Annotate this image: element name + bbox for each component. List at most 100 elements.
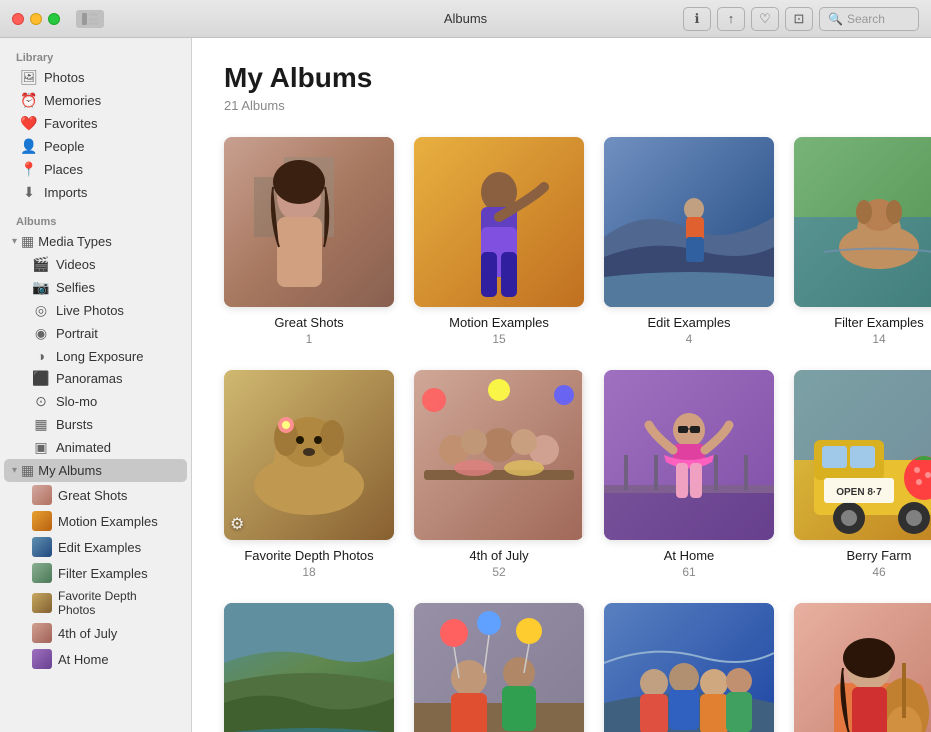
sidebar-item-favorite-depth[interactable]: Favorite Depth Photos bbox=[4, 586, 187, 620]
my-albums-toggle[interactable]: ▾ ▦ My Albums bbox=[4, 459, 187, 482]
sidebar-item-label: Imports bbox=[44, 185, 87, 200]
minimize-button[interactable] bbox=[30, 13, 42, 25]
great-shots-thumb bbox=[32, 485, 52, 505]
sidebar-item-label: Motion Examples bbox=[58, 514, 158, 529]
album-card-berry-farm[interactable]: OPEN 8·7 Berry Farm 46 bbox=[794, 370, 931, 579]
album-cover-image bbox=[224, 137, 394, 307]
page-title: My Albums bbox=[224, 62, 899, 94]
album-name: Berry Farm bbox=[847, 548, 912, 563]
sidebar-item-panoramas[interactable]: ⬛ Panoramas bbox=[4, 367, 187, 390]
long-exposure-icon: ◑ bbox=[32, 348, 50, 364]
sidebar-item-label: Panoramas bbox=[56, 371, 122, 386]
portrait-icon: ◉ bbox=[32, 325, 50, 342]
album-cover-motion-examples bbox=[414, 137, 584, 307]
memories-icon: ⏰ bbox=[20, 92, 38, 109]
sidebar-item-filter-examples[interactable]: Filter Examples bbox=[4, 560, 187, 586]
sidebar-item-animated[interactable]: ▣ Animated bbox=[4, 436, 187, 459]
sidebar-item-4th-july[interactable]: 4th of July bbox=[4, 620, 187, 646]
search-box[interactable]: 🔍 Search bbox=[819, 7, 919, 31]
album-cover-4th-july bbox=[414, 370, 584, 540]
sidebar-item-imports[interactable]: ⬇ Imports bbox=[4, 181, 187, 204]
album-name: At Home bbox=[664, 548, 715, 563]
sidebar-item-edit-examples[interactable]: Edit Examples bbox=[4, 534, 187, 560]
album-cover-great-shots bbox=[224, 137, 394, 307]
album-cover-row3-2 bbox=[414, 603, 584, 732]
sidebar: Library 🖼 Photos ⏰ Memories ❤️ Favorites… bbox=[0, 38, 192, 732]
main-area: Library 🖼 Photos ⏰ Memories ❤️ Favorites… bbox=[0, 38, 931, 732]
imports-icon: ⬇ bbox=[20, 184, 38, 201]
albums-grid: Great Shots 1 bbox=[224, 137, 899, 732]
album-card-favorite-depth[interactable]: ⚙ Favorite Depth Photos 18 bbox=[224, 370, 394, 579]
album-cover-image bbox=[604, 603, 774, 732]
selfies-icon: 📷 bbox=[32, 279, 50, 296]
album-count: 15 bbox=[492, 332, 505, 346]
album-count: 18 bbox=[302, 565, 315, 579]
sidebar-item-live-photos[interactable]: ◎ Live Photos bbox=[4, 299, 187, 322]
close-button[interactable] bbox=[12, 13, 24, 25]
chevron-down-icon: ▾ bbox=[12, 236, 17, 247]
sidebar-item-selfies[interactable]: 📷 Selfies bbox=[4, 276, 187, 299]
album-card-row3-4[interactable] bbox=[794, 603, 931, 732]
share-button[interactable]: ↑ bbox=[717, 7, 745, 31]
album-name: Filter Examples bbox=[834, 315, 924, 330]
sidebar-item-label: Bursts bbox=[56, 417, 93, 432]
sidebar-item-label: Animated bbox=[56, 440, 111, 455]
media-types-toggle[interactable]: ▾ ▦ Media Types bbox=[4, 230, 187, 253]
sidebar-item-label: Long Exposure bbox=[56, 349, 143, 364]
sidebar-item-label: At Home bbox=[58, 652, 109, 667]
at-home-thumb bbox=[32, 649, 52, 669]
page-subtitle: 21 Albums bbox=[224, 98, 899, 113]
motion-examples-thumb bbox=[32, 511, 52, 531]
album-name: Favorite Depth Photos bbox=[244, 548, 373, 563]
album-card-motion-examples[interactable]: Motion Examples 15 bbox=[414, 137, 584, 346]
sidebar-item-portrait[interactable]: ◉ Portrait bbox=[4, 322, 187, 345]
album-count: 46 bbox=[872, 565, 885, 579]
sidebar-item-bursts[interactable]: ▦ Bursts bbox=[4, 413, 187, 436]
sidebar-item-label: Portrait bbox=[56, 326, 98, 341]
airplay-button[interactable]: ⊡ bbox=[785, 7, 813, 31]
album-cover-favorite-depth: ⚙ bbox=[224, 370, 394, 540]
sidebar-item-label: People bbox=[44, 139, 84, 154]
videos-icon: 🎬 bbox=[32, 256, 50, 273]
album-card-row3-1[interactable] bbox=[224, 603, 394, 732]
maximize-button[interactable] bbox=[48, 13, 60, 25]
animated-icon: ▣ bbox=[32, 439, 50, 456]
album-card-filter-examples[interactable]: Filter Examples 14 bbox=[794, 137, 931, 346]
sidebar-item-label: Memories bbox=[44, 93, 101, 108]
sidebar-item-slo-mo[interactable]: ⊙ Slo-mo bbox=[4, 390, 187, 413]
album-card-row3-3[interactable] bbox=[604, 603, 774, 732]
album-name: Motion Examples bbox=[449, 315, 549, 330]
sidebar-item-label: Filter Examples bbox=[58, 566, 148, 581]
sidebar-item-photos[interactable]: 🖼 Photos bbox=[4, 66, 187, 89]
info-button[interactable]: ℹ bbox=[683, 7, 711, 31]
sidebar-item-motion-examples[interactable]: Motion Examples bbox=[4, 508, 187, 534]
sidebar-toggle-button[interactable] bbox=[76, 10, 104, 28]
sidebar-item-favorites[interactable]: ❤️ Favorites bbox=[4, 112, 187, 135]
4th-july-thumb bbox=[32, 623, 52, 643]
album-card-at-home[interactable]: At Home 61 bbox=[604, 370, 774, 579]
sidebar-item-label: Selfies bbox=[56, 280, 95, 295]
album-cover-image bbox=[604, 137, 774, 307]
heart-button[interactable]: ♡ bbox=[751, 7, 779, 31]
sidebar-item-videos[interactable]: 🎬 Videos bbox=[4, 253, 187, 276]
media-types-label: Media Types bbox=[38, 234, 111, 249]
album-card-great-shots[interactable]: Great Shots 1 bbox=[224, 137, 394, 346]
album-card-row3-2[interactable] bbox=[414, 603, 584, 732]
sidebar-item-label: Edit Examples bbox=[58, 540, 141, 555]
album-card-4th-july[interactable]: 4th of July 52 bbox=[414, 370, 584, 579]
slo-mo-icon: ⊙ bbox=[32, 393, 50, 410]
search-label: Search bbox=[847, 12, 885, 26]
album-cover-image bbox=[414, 370, 584, 540]
filter-examples-thumb bbox=[32, 563, 52, 583]
sidebar-item-long-exposure[interactable]: ◑ Long Exposure bbox=[4, 345, 187, 367]
sidebar-item-great-shots[interactable]: Great Shots bbox=[4, 482, 187, 508]
sidebar-item-memories[interactable]: ⏰ Memories bbox=[4, 89, 187, 112]
sidebar-item-at-home[interactable]: At Home bbox=[4, 646, 187, 672]
album-card-edit-examples[interactable]: Edit Examples 4 bbox=[604, 137, 774, 346]
share-icon: ↑ bbox=[728, 11, 735, 26]
people-icon: 👤 bbox=[20, 138, 38, 155]
album-cover-row3-3 bbox=[604, 603, 774, 732]
album-cover-row3-4 bbox=[794, 603, 931, 732]
sidebar-item-people[interactable]: 👤 People bbox=[4, 135, 187, 158]
sidebar-item-places[interactable]: 📍 Places bbox=[4, 158, 187, 181]
